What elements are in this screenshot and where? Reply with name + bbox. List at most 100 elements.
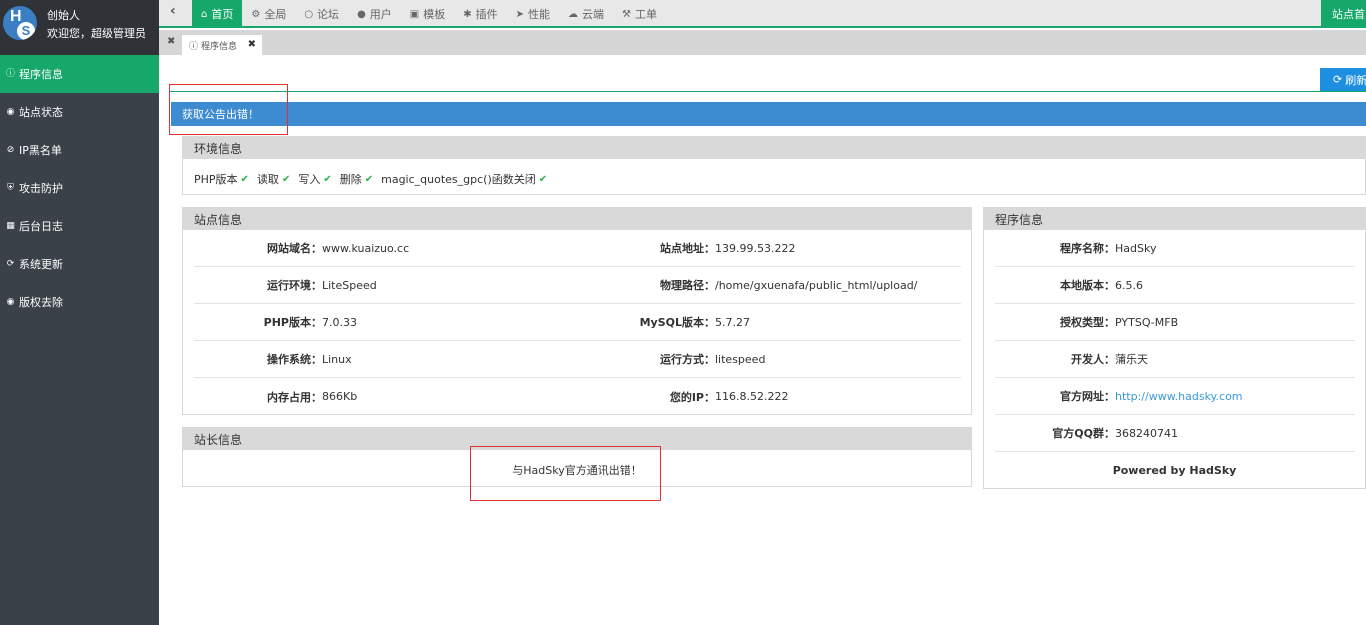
highlight-box: [470, 446, 661, 501]
sidebar-item-label: 系统更新: [19, 258, 63, 271]
sidebar-item-label: 程序信息: [19, 68, 63, 81]
sidebar-item-label: IP黑名单: [19, 144, 62, 157]
row-value: HadSky: [1115, 241, 1157, 255]
circle-dot-icon: ◉: [6, 296, 15, 307]
row-value: litespeed: [715, 352, 766, 366]
nav-item-label: 模板: [423, 8, 446, 21]
sidebar-item-label: 站点状态: [19, 106, 63, 119]
notice-bar: 获取公告出错！: [171, 102, 1366, 126]
table-row: PHP版本： 7.0.33 MySQL版本： 5.7.27: [194, 304, 961, 341]
row-label: MySQL版本：: [639, 316, 715, 329]
sidebar-item-label: 后台日志: [19, 220, 63, 233]
row-value: LiteSpeed: [322, 278, 377, 292]
nav-item-label: 插件: [475, 8, 498, 21]
row-value: /home/gxuenafa/public_html/upload/: [715, 278, 918, 292]
row-value: 5.7.27: [715, 315, 750, 329]
sidebar-item-admin-log[interactable]: ▦ 后台日志: [0, 207, 159, 245]
divider: [169, 91, 1366, 92]
row-label: 内存占用：: [267, 390, 322, 404]
nav-item-templates[interactable]: ▣ 模板: [401, 0, 454, 28]
sidebar-item-copyright-removal[interactable]: ◉ 版权去除: [0, 283, 159, 321]
home-icon: ⌂: [201, 8, 208, 20]
nav-item-global[interactable]: ⚙ 全局: [242, 0, 295, 28]
nav-item-label: 云端: [582, 8, 605, 21]
row-label: 站点地址：: [660, 242, 715, 255]
table-row: 开发人： 蒲乐天: [995, 341, 1355, 378]
row-label: 您的IP：: [669, 390, 715, 404]
refresh-icon: ⟳: [6, 258, 15, 269]
row-label: 官方QQ群：: [1052, 427, 1115, 440]
row-label: 授权类型：: [1060, 316, 1115, 329]
puzzle-icon: ▣: [409, 8, 420, 20]
sidebar-item-attack-protection[interactable]: ⛨ 攻击防护: [0, 169, 159, 207]
nav-item-forum[interactable]: ○ 论坛: [295, 0, 348, 28]
info-icon: ⓘ: [189, 41, 199, 52]
nav-item-label: 性能: [528, 8, 551, 21]
hadsky-logo[interactable]: H S: [3, 6, 37, 40]
refresh-label: 刷新: [1345, 73, 1366, 87]
close-all-tabs-icon[interactable]: ✖: [167, 36, 175, 47]
cogs-icon: ⚙: [251, 8, 261, 20]
row-value: 蒲乐天: [1115, 353, 1148, 366]
row-label: 物理路径：: [660, 279, 715, 292]
nav-item-performance[interactable]: ➤ 性能: [507, 0, 559, 28]
shield-icon: ⛨: [7, 182, 14, 193]
env-check-label: magic_quotes_gpc()函数关闭: [381, 173, 536, 186]
user-welcome: 欢迎您，超级管理员: [47, 27, 146, 40]
table-row: 本地版本： 6.5.6: [995, 267, 1355, 304]
status-icon: ◉: [6, 106, 15, 117]
check-icon: ✔: [538, 173, 548, 185]
users-icon: ●: [357, 8, 366, 20]
env-checks: PHP版本 ✔ 读取 ✔ 写入 ✔ 删除 ✔ magic_quotes_gpc()函数关…: [183, 159, 1365, 199]
cloud-icon: ☁: [568, 8, 579, 20]
nav-item-cloud[interactable]: ☁ 云端: [559, 0, 613, 28]
tab-label: 程序信息: [201, 41, 238, 52]
nav-item-tickets[interactable]: ⚒ 工单: [613, 0, 666, 28]
row-label: 本地版本：: [1060, 279, 1115, 292]
sidebar-item-ip-blacklist[interactable]: ⊘ IP黑名单: [0, 131, 159, 169]
row-value: 7.0.33: [322, 315, 357, 329]
collapse-sidebar-icon[interactable]: ‹: [170, 3, 176, 19]
panel-title: 站点信息: [183, 208, 971, 230]
sidebar-item-label: 攻击防护: [19, 182, 63, 195]
check-icon: ✔: [240, 173, 249, 185]
official-site-link[interactable]: http://www.hadsky.com: [1115, 390, 1243, 403]
refresh-icon: ⟳: [1333, 73, 1343, 86]
ban-icon: ⊘: [6, 144, 15, 155]
close-icon[interactable]: ✖: [248, 39, 256, 50]
site-home-button[interactable]: 站点首页: [1321, 0, 1366, 28]
tab-strip: ✖ ⓘ 程序信息 ✖: [159, 30, 1366, 55]
row-value: Linux: [322, 352, 352, 366]
site-panel: 站点信息 网站域名： www.kuaizuo.cc 站点地址： 139.99.5…: [182, 207, 972, 415]
nav-item-plugins[interactable]: ✱ 插件: [454, 0, 506, 28]
highlight-box: [169, 84, 288, 135]
nav-item-users[interactable]: ● 用户: [348, 0, 401, 28]
env-check-label: 写入: [298, 173, 321, 186]
sidebar-item-program-info[interactable]: ⓘ 程序信息: [0, 55, 159, 93]
row-label: 操作系统：: [267, 353, 322, 366]
panel-title: 程序信息: [984, 208, 1365, 230]
comments-icon: ○: [304, 8, 314, 20]
nav-item-home[interactable]: ⌂ 首页: [192, 0, 243, 28]
rocket-icon: ➤: [515, 8, 525, 20]
refresh-button[interactable]: ⟳ 刷新: [1320, 68, 1366, 91]
info-icon: ⓘ: [6, 68, 16, 79]
table-row: 官方QQ群： 368240741: [995, 415, 1355, 452]
tab-program-info[interactable]: ⓘ 程序信息 ✖: [182, 35, 262, 55]
check-icon: ✔: [281, 173, 291, 185]
row-label: 运行环境：: [267, 279, 322, 292]
row-label: 官方网址：: [1060, 390, 1115, 403]
sidebar-item-system-update[interactable]: ⟳ 系统更新: [0, 245, 159, 283]
row-label: 运行方式：: [660, 353, 715, 366]
plug-icon: ✱: [463, 8, 472, 20]
row-label: PHP版本：: [263, 316, 322, 329]
env-check-label: 读取: [256, 173, 279, 186]
row-value: 866Kb: [322, 390, 358, 403]
table-row: 网站域名： www.kuaizuo.cc 站点地址： 139.99.53.222: [194, 230, 961, 267]
powered-by: Powered by HadSky: [1112, 464, 1237, 477]
sidebar-item-site-status[interactable]: ◉ 站点状态: [0, 93, 159, 131]
table-row: 官方网址： http://www.hadsky.com: [995, 378, 1355, 415]
user-name: 创始人: [47, 9, 80, 22]
nav-item-label: 全局: [264, 8, 287, 21]
wrench-icon: ⚒: [622, 8, 631, 20]
